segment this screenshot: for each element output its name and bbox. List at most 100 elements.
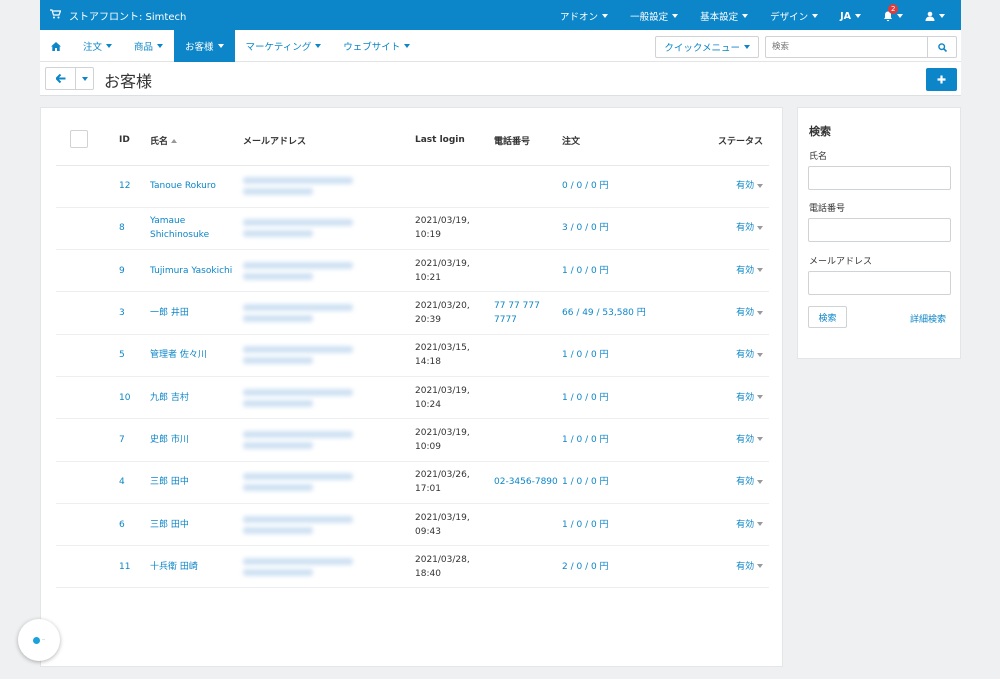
customer-orders[interactable]: 1 / 0 / 0 円 <box>562 334 662 377</box>
search-button[interactable]: 検索 <box>808 306 847 328</box>
phone-field[interactable] <box>808 218 951 242</box>
customer-name[interactable]: 三郎 田中 <box>150 461 243 504</box>
add-customer-button[interactable] <box>926 68 957 91</box>
select-all-checkbox[interactable] <box>70 129 88 148</box>
customer-orders[interactable]: 1 / 0 / 0 円 <box>562 461 662 504</box>
notifications-button[interactable]: 2 <box>883 4 903 23</box>
customer-phone[interactable] <box>494 376 562 420</box>
customer-name[interactable]: Tujimura Yasokichi <box>150 249 243 293</box>
customer-orders[interactable]: 66 / 49 / 53,580 円 <box>562 291 662 335</box>
customers-table: ID 氏名 メールアドレス Last login 電話番号 注文 ステータス 1… <box>56 116 769 589</box>
customer-email-redacted <box>243 249 415 293</box>
customer-id[interactable]: 10 <box>119 376 150 420</box>
customer-phone[interactable]: 77 77 777 7777 <box>494 291 562 335</box>
status-dropdown[interactable]: 有効 <box>662 376 769 420</box>
quick-menu-button[interactable]: クイックメニュー <box>655 36 759 58</box>
chevron-down-icon <box>757 352 763 357</box>
email-field[interactable] <box>808 271 951 295</box>
customer-id[interactable]: 3 <box>119 291 150 335</box>
status-dropdown[interactable]: 有効 <box>662 249 769 293</box>
customer-phone[interactable] <box>494 503 562 547</box>
customer-name[interactable]: 三郎 田中 <box>150 503 243 547</box>
name-field[interactable] <box>808 166 951 190</box>
menu-design[interactable]: デザイン <box>770 9 819 23</box>
customer-name[interactable]: Tanoue Rokuro <box>150 165 243 208</box>
customer-phone[interactable] <box>494 249 562 293</box>
row-select-cell <box>56 165 119 208</box>
customer-orders[interactable]: 0 / 0 / 0 円 <box>562 165 662 208</box>
header-phone[interactable]: 電話番号 <box>494 116 562 166</box>
history-dropdown[interactable] <box>76 68 93 89</box>
header-name[interactable]: 氏名 <box>150 116 243 166</box>
header-last-login[interactable]: Last login <box>415 116 494 166</box>
customer-orders[interactable]: 1 / 0 / 0 円 <box>562 418 662 462</box>
redacted-text <box>243 230 313 238</box>
customer-name[interactable]: Yamaue Shichinosuke <box>150 207 243 251</box>
customer-phone[interactable] <box>494 545 562 589</box>
customer-orders[interactable]: 1 / 0 / 0 円 <box>562 376 662 420</box>
status-dropdown[interactable]: 有効 <box>662 291 769 335</box>
nav-label: 注文 <box>83 42 103 53</box>
customer-name[interactable]: 管理者 佐々川 <box>150 334 243 377</box>
status-dropdown[interactable]: 有効 <box>662 334 769 377</box>
customer-name[interactable]: 十兵衛 田崎 <box>150 545 243 589</box>
menu-basic-settings[interactable]: 基本設定 <box>700 9 749 23</box>
customer-orders[interactable]: 1 / 0 / 0 円 <box>562 249 662 293</box>
nav-marketing[interactable]: マーケティング <box>235 30 333 62</box>
customer-id[interactable]: 7 <box>119 418 150 462</box>
nav-products[interactable]: 商品 <box>123 30 174 62</box>
status-dropdown[interactable]: 有効 <box>662 503 769 547</box>
global-search-button[interactable] <box>928 36 957 58</box>
user-menu[interactable] <box>925 9 945 23</box>
menu-addons[interactable]: アドオン <box>560 9 609 23</box>
home-icon <box>51 41 61 51</box>
customer-orders[interactable]: 3 / 0 / 0 円 <box>562 207 662 251</box>
status-dropdown[interactable]: 有効 <box>662 418 769 462</box>
header-email[interactable]: メールアドレス <box>243 116 415 166</box>
nav-orders[interactable]: 注文 <box>72 30 123 62</box>
header-status[interactable]: ステータス <box>662 116 769 166</box>
customer-id[interactable]: 6 <box>119 503 150 547</box>
status-dropdown[interactable]: 有効 <box>662 461 769 504</box>
chevron-down-icon <box>742 14 749 18</box>
nav-home[interactable] <box>40 30 72 62</box>
redacted-text <box>243 557 353 565</box>
status-dropdown[interactable]: 有効 <box>662 207 769 251</box>
status-dropdown[interactable]: 有効 <box>662 165 769 208</box>
redacted-text <box>243 526 313 534</box>
customer-phone[interactable] <box>494 418 562 462</box>
customer-name[interactable]: 史郎 市川 <box>150 418 243 462</box>
nav-label: ウェブサイト <box>343 42 401 53</box>
advanced-search-link[interactable]: 詳細検索 <box>910 312 946 325</box>
status-dropdown[interactable]: 有効 <box>662 545 769 589</box>
customer-name[interactable]: 一郎 井田 <box>150 291 243 335</box>
row-select-cell <box>56 249 119 293</box>
header-id[interactable]: ID <box>119 116 150 166</box>
global-search-input[interactable] <box>765 36 928 58</box>
store-name: ストアフロント: Simtech <box>69 12 187 23</box>
menu-language[interactable]: JA <box>840 9 861 23</box>
customer-id[interactable]: 8 <box>119 207 150 251</box>
customer-orders[interactable]: 1 / 0 / 0 円 <box>562 503 662 547</box>
customer-id[interactable]: 12 <box>119 165 150 208</box>
menu-general-settings[interactable]: 一般設定 <box>630 9 679 23</box>
redacted-text <box>243 357 313 365</box>
customer-id[interactable]: 4 <box>119 461 150 504</box>
customer-id[interactable]: 9 <box>119 249 150 293</box>
store-brand[interactable]: ストアフロント: Simtech <box>50 8 186 23</box>
row-select-cell <box>56 461 119 504</box>
customer-id[interactable]: 11 <box>119 545 150 589</box>
customer-phone[interactable] <box>494 207 562 251</box>
row-select-cell <box>56 376 119 420</box>
customer-name[interactable]: 九郎 吉村 <box>150 376 243 420</box>
customer-phone[interactable] <box>494 334 562 377</box>
customer-phone[interactable] <box>494 165 562 208</box>
nav-customers[interactable]: お客様 <box>174 30 235 62</box>
nav-label: お客様 <box>185 42 214 53</box>
back-button[interactable] <box>46 68 76 89</box>
nav-website[interactable]: ウェブサイト <box>332 30 421 62</box>
customer-orders[interactable]: 2 / 0 / 0 円 <box>562 545 662 589</box>
customer-id[interactable]: 5 <box>119 334 150 377</box>
floating-chat-widget[interactable]: ··· <box>18 619 60 661</box>
customer-phone[interactable]: 02-3456-7890 <box>494 461 562 504</box>
